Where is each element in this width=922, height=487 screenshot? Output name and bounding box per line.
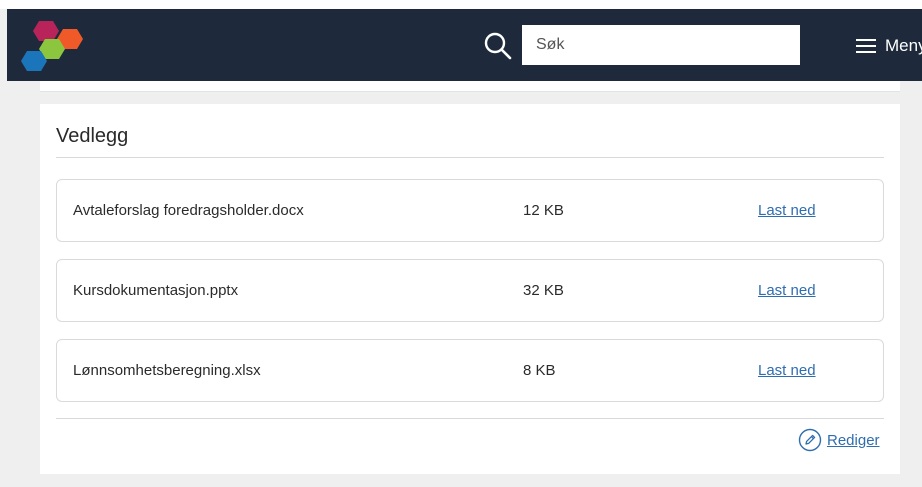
- file-size: 8 KB: [523, 362, 556, 379]
- file-name: Kursdokumentasjon.pptx: [73, 282, 239, 299]
- attachments-card: Vedlegg Avtaleforslag foredragsholder.do…: [40, 104, 900, 474]
- file-size: 12 KB: [523, 202, 564, 219]
- file-row: Avtaleforslag foredragsholder.docx 12 KB…: [56, 179, 884, 242]
- top-strip: [0, 0, 922, 9]
- file-row: Kursdokumentasjon.pptx 32 KB Last ned: [56, 259, 884, 322]
- search-icon[interactable]: [483, 31, 513, 61]
- previous-panel-bottom: [40, 81, 900, 92]
- edit-button[interactable]: Rediger: [798, 428, 880, 452]
- divider: [56, 157, 884, 158]
- download-link[interactable]: Last ned: [758, 202, 816, 219]
- hamburger-icon: [856, 39, 876, 53]
- pencil-icon: [798, 428, 822, 452]
- download-link[interactable]: Last ned: [758, 362, 816, 379]
- site-header: Meny: [7, 9, 922, 81]
- menu-label: Meny: [885, 36, 922, 55]
- attachments-title: Vedlegg: [56, 125, 129, 147]
- menu-button[interactable]: Meny: [856, 33, 922, 59]
- search-input[interactable]: [522, 25, 800, 65]
- file-row: Lønnsomhetsberegning.xlsx 8 KB Last ned: [56, 339, 884, 402]
- divider: [56, 418, 884, 419]
- edit-label: Rediger: [827, 431, 880, 449]
- file-name: Avtaleforslag foredragsholder.docx: [73, 202, 304, 219]
- download-link[interactable]: Last ned: [758, 282, 816, 299]
- file-name: Lønnsomhetsberegning.xlsx: [73, 362, 261, 379]
- logo-icon[interactable]: [21, 17, 91, 73]
- file-size: 32 KB: [523, 282, 564, 299]
